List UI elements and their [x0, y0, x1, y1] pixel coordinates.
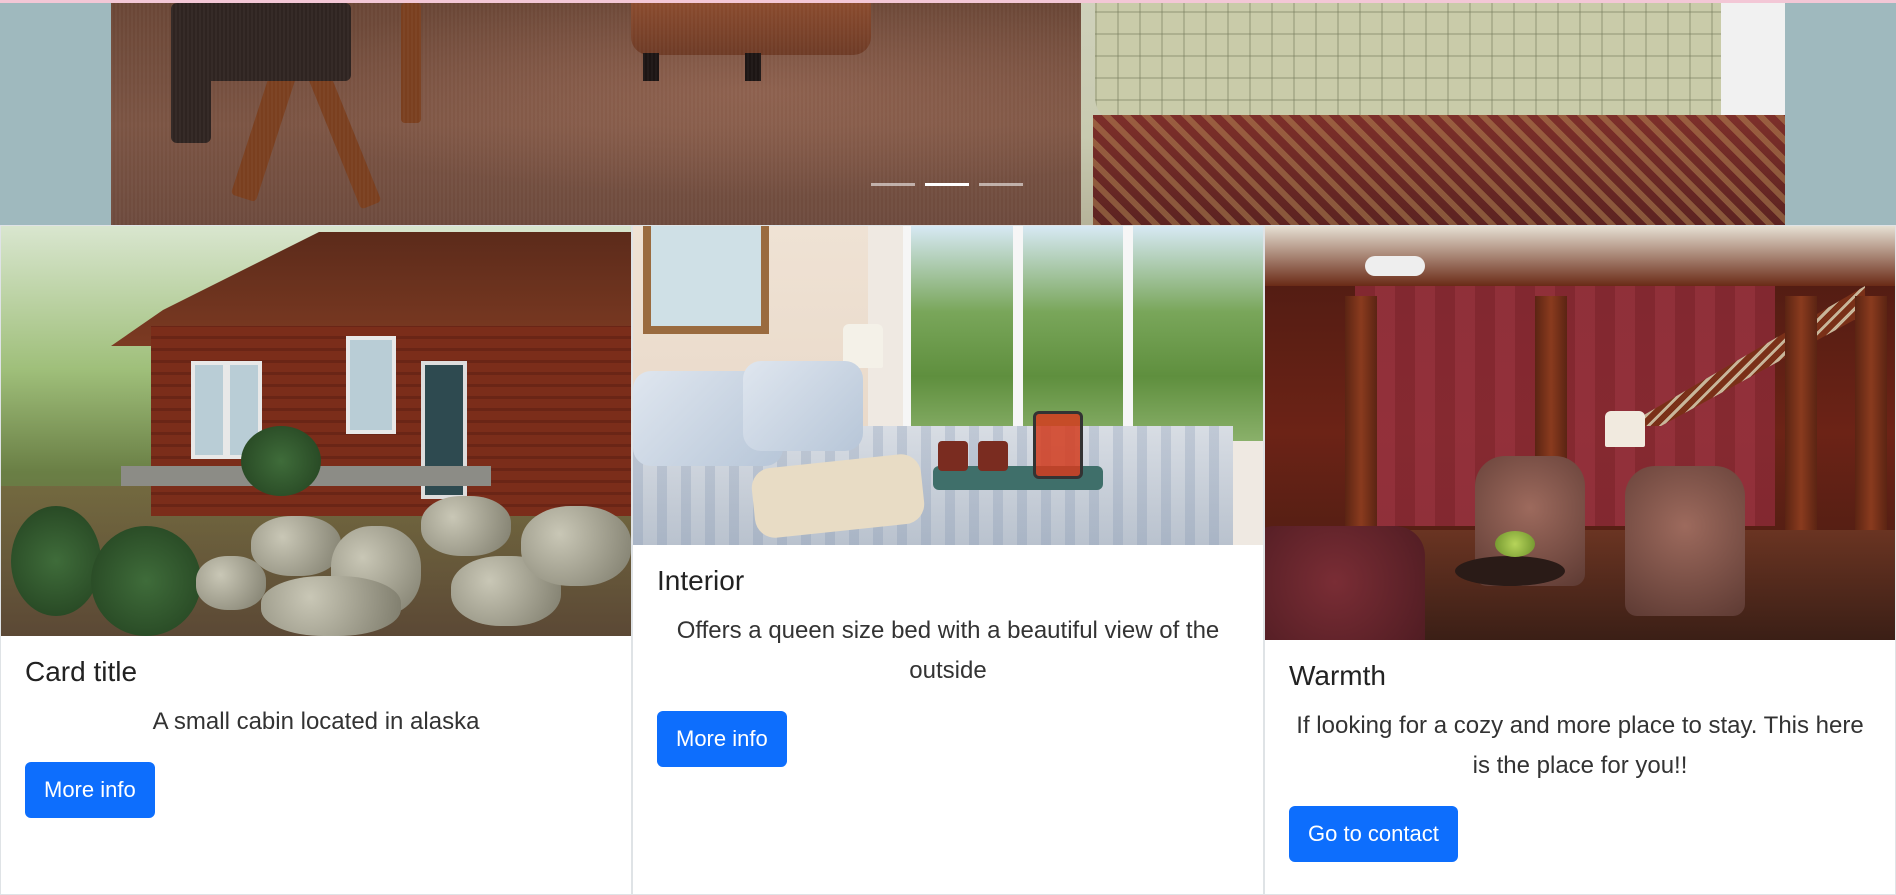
card-title: Warmth: [1289, 660, 1386, 691]
carousel-image-dining: [111, 3, 1101, 225]
card-body: Interior Offers a queen size bed with a …: [633, 545, 1263, 767]
carousel-indicator-1[interactable]: [871, 183, 915, 186]
card-body: Warmth If looking for a cozy and more pl…: [1265, 640, 1895, 862]
card-text: Offers a queen size bed with a beautiful…: [676, 617, 1220, 684]
go-to-contact-button[interactable]: Go to contact: [1289, 806, 1458, 862]
carousel-image-bed: [1081, 3, 1785, 225]
card-body: Card title A small cabin located in alas…: [1, 636, 631, 818]
carousel-indicator-3[interactable]: [979, 183, 1023, 186]
card-text: A small cabin located in alaska: [152, 708, 480, 735]
card-image-interior: [633, 226, 1263, 545]
card-title: Card title: [25, 656, 138, 687]
card-text: If looking for a cozy and more place to …: [1296, 712, 1864, 779]
card-group: Card title A small cabin located in alas…: [0, 225, 1896, 895]
more-info-button[interactable]: More info: [25, 762, 155, 818]
card-cabin: Card title A small cabin located in alas…: [0, 225, 632, 895]
carousel-indicators: [871, 183, 1023, 186]
card-image-parlor: [1265, 226, 1895, 640]
card-interior: Interior Offers a queen size bed with a …: [632, 225, 1264, 895]
image-carousel[interactable]: [111, 3, 1785, 225]
more-info-button[interactable]: More info: [657, 711, 787, 767]
carousel-indicator-2[interactable]: [925, 183, 969, 186]
card-title: Interior: [657, 565, 745, 596]
card-warmth: Warmth If looking for a cozy and more pl…: [1264, 225, 1896, 895]
card-image-cabin: [1, 226, 631, 636]
